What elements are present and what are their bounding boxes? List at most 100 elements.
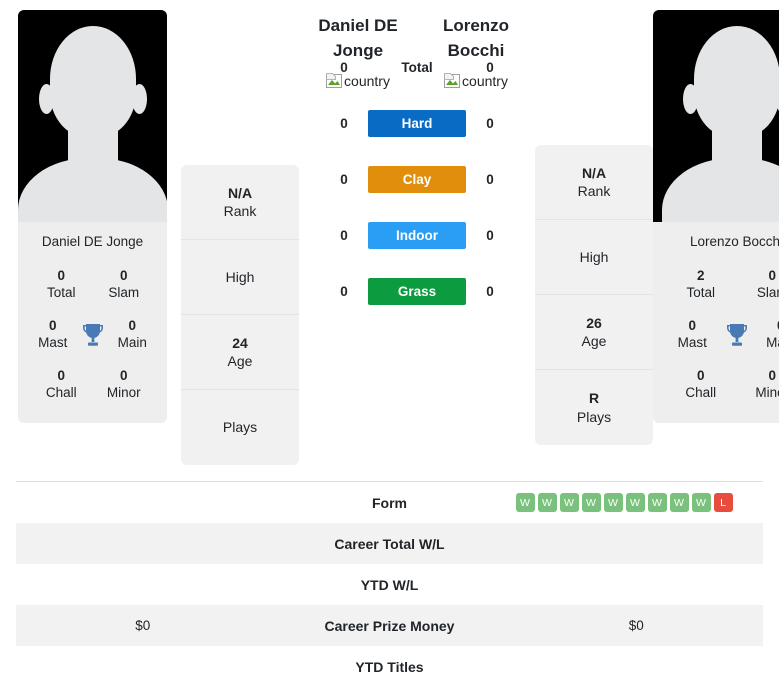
row-value-right: $0 — [628, 618, 644, 633]
table-row-ytd-wl: YTD W/L — [16, 564, 763, 605]
info-high-left: High — [181, 240, 299, 315]
stat-label: Mast — [38, 334, 68, 350]
surface-breakdown: 0 Total 0 0 Hard 0 0 Clay 0 0 Indoor 0 0… — [331, 39, 503, 319]
form-badge-win: W — [603, 493, 623, 512]
stat-total-left: 0 Total — [30, 268, 93, 302]
stat-label: Main — [766, 334, 779, 350]
titles-row: 0 Mast — [24, 310, 161, 360]
titles-row: 0 Mast — [659, 310, 779, 360]
stat-main-right: 0 Main — [754, 318, 779, 352]
stat-value: 0 — [754, 318, 779, 335]
stat-slam-right: 0 Slam — [737, 268, 779, 302]
surface-row-clay: 0 Clay 0 — [331, 151, 503, 207]
form-badge-win: W — [581, 493, 601, 512]
stat-value: 0 — [128, 317, 136, 333]
form-badge-win: W — [669, 493, 689, 512]
info-value: R — [588, 390, 600, 407]
surface-value-left: 0 — [340, 59, 348, 75]
info-label: Rank — [577, 183, 611, 199]
stat-value: 0 — [768, 367, 776, 383]
info-label: Plays — [222, 419, 258, 436]
info-plays-right: R Plays — [535, 370, 653, 445]
surface-value-right: 0 — [486, 283, 494, 299]
stat-value: 0 — [57, 367, 65, 383]
form-right: WWWWWWWWWL — [510, 493, 764, 512]
info-label: Age — [227, 353, 253, 369]
surface-value-right: 0 — [486, 115, 494, 131]
surface-value-left: 0 — [340, 283, 348, 299]
center-column: Daniel DE Jonge country Lorenzo Bocchi c… — [299, 0, 535, 319]
surface-value-left: 0 — [340, 171, 348, 187]
stat-label: Mast — [677, 334, 707, 350]
form-badge-win: W — [691, 493, 711, 512]
surface-label-clay[interactable]: Clay — [368, 165, 466, 193]
titles-row: 2 Total 0 Slam — [659, 260, 779, 310]
surface-label-indoor[interactable]: Indoor — [368, 221, 466, 249]
surface-label-hard[interactable]: Hard — [368, 109, 466, 137]
surface-label-grass[interactable]: Grass — [368, 277, 466, 305]
player-card-right: Lorenzo Bocchi 2 Total 0 Slam — [653, 10, 779, 424]
avatar-silhouette-icon — [18, 26, 167, 222]
titles-row: 0 Total 0 Slam — [24, 260, 161, 310]
table-row-form: Form WWWWWWWWWL — [16, 482, 763, 523]
surface-label-total: Total — [401, 59, 433, 75]
trophy-icon — [720, 322, 754, 348]
info-card-right: N/A Rank High 26 Age R Plays — [535, 145, 653, 445]
trophy-icon — [76, 322, 110, 348]
player-column-right: Lorenzo Bocchi 2 Total 0 Slam — [653, 0, 779, 424]
player-card-left: Daniel DE Jonge 0 Total 0 Slam 0 Mast 0 … — [18, 10, 167, 424]
stat-value: 0 — [768, 268, 776, 284]
table-row-career-total-wl: Career Total W/L — [16, 523, 763, 564]
table-row-career-prize-money: $0 Career Prize Money $0 — [16, 605, 763, 646]
player-photo-left — [18, 10, 167, 222]
player-comparison-page: Daniel DE Jonge 0 Total 0 Slam 0 Mast 0 … — [0, 0, 779, 699]
stat-minor-right: 0 Minor — [737, 368, 779, 402]
surface-value-left: 0 — [340, 115, 348, 131]
form-badge-win: W — [625, 493, 645, 512]
stat-value: 2 — [696, 268, 705, 284]
comparison-table: Form WWWWWWWWWL Career Total W/L YTD W/L… — [16, 482, 763, 687]
stat-chall-right: 0 Chall — [665, 368, 737, 402]
stat-value: 0 — [696, 367, 705, 383]
player-name-line1-left: Daniel DE — [318, 16, 398, 35]
info-age-right: 26 Age — [535, 295, 653, 370]
titles-stats-left: 0 Total 0 Slam 0 Mast 0 Main 0 Chall 0 M… — [18, 260, 167, 423]
stat-label: Main — [117, 334, 147, 350]
form-badge-win: W — [515, 493, 535, 512]
row-label: YTD W/L — [360, 576, 419, 593]
surface-value-right: 0 — [486, 227, 494, 243]
row-label: Career Prize Money — [324, 617, 455, 634]
stat-label: Total — [46, 285, 76, 301]
stat-total-right: 2 Total — [665, 268, 737, 302]
comparison-header: Daniel DE Jonge 0 Total 0 Slam 0 Mast 0 … — [0, 0, 779, 478]
stat-label: Minor — [755, 384, 779, 400]
player-name-right: Lorenzo Bocchi — [689, 234, 779, 249]
form-badge-win: W — [537, 493, 557, 512]
form-badge-loss: L — [713, 493, 733, 512]
stat-label: Slam — [756, 285, 779, 301]
info-label: High — [579, 248, 609, 265]
titles-row: 0 Chall 0 Minor — [24, 360, 161, 410]
player-photo-right — [653, 10, 779, 222]
titles-row: 0 Chall 0 Minor — [659, 360, 779, 410]
stat-chall-left: 0 Chall — [30, 368, 93, 402]
info-plays-left: Plays — [181, 390, 299, 465]
stat-mast-right: 0 Mast — [665, 318, 720, 352]
row-label: Career Total W/L — [334, 535, 445, 552]
form-badge-list: WWWWWWWWWL — [510, 493, 764, 512]
info-high-right: High — [535, 220, 653, 295]
stat-label: Minor — [106, 384, 141, 400]
stat-value: 0 — [57, 268, 65, 284]
table-row-ytd-titles: YTD Titles — [16, 646, 763, 687]
stat-slam-left: 0 Slam — [93, 268, 156, 302]
info-rank-right: N/A Rank — [535, 145, 653, 220]
stat-label: Total — [686, 285, 716, 301]
stat-label: Slam — [108, 285, 140, 301]
info-value: 26 — [586, 314, 602, 331]
player-name-line1-right: Lorenzo — [442, 16, 510, 35]
info-column-right: N/A Rank High 26 Age R Plays — [535, 139, 653, 445]
info-value: N/A — [227, 184, 253, 201]
player-name-left: Daniel DE Jonge — [41, 234, 144, 249]
info-value: 24 — [232, 334, 248, 351]
player-column-left: Daniel DE Jonge 0 Total 0 Slam 0 Mast 0 … — [0, 0, 167, 424]
